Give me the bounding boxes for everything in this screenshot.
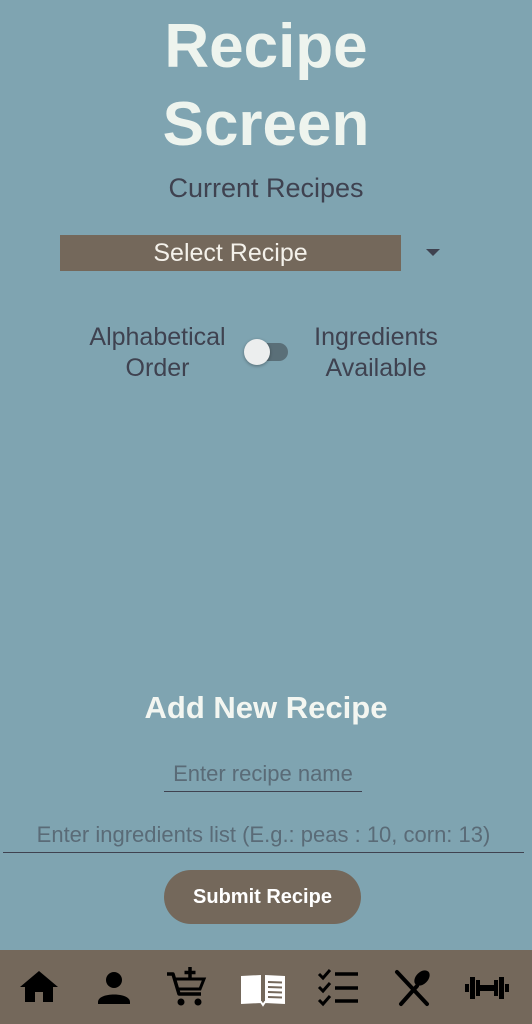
ingredients-label-line-1: Ingredients bbox=[314, 323, 438, 351]
ingredients-list-input[interactable] bbox=[3, 817, 524, 853]
dropdown-arrow-icon[interactable] bbox=[426, 249, 440, 256]
book-icon bbox=[240, 975, 286, 1007]
ingredients-available-label: Ingredients Available bbox=[290, 322, 462, 384]
person-icon bbox=[98, 972, 130, 1004]
sort-mode-toggle[interactable] bbox=[244, 338, 290, 366]
page-title-line-1: Recipe bbox=[164, 12, 368, 81]
recipe-name-input[interactable] bbox=[164, 757, 362, 792]
page-title-line-2: Screen bbox=[162, 90, 370, 159]
nav-profile[interactable] bbox=[90, 964, 138, 1012]
nav-recipes[interactable] bbox=[239, 964, 287, 1012]
bottom-navigation-bar bbox=[0, 950, 532, 1024]
add-new-recipe-heading: Add New Recipe bbox=[144, 690, 388, 725]
recipe-dropdown-value[interactable]: Select Recipe bbox=[60, 235, 401, 271]
submit-recipe-button[interactable]: Submit Recipe bbox=[164, 870, 361, 924]
dumbbell-icon bbox=[465, 977, 509, 999]
nav-home[interactable] bbox=[15, 964, 63, 1012]
utensils-icon bbox=[395, 970, 430, 1006]
current-recipes-heading: Current Recipes bbox=[168, 173, 364, 203]
alphabetical-label-line-2: Order bbox=[125, 354, 190, 382]
alphabetical-order-label: Alphabetical Order bbox=[70, 322, 245, 384]
nav-fitness[interactable] bbox=[463, 964, 511, 1012]
checklist-icon bbox=[317, 969, 358, 1007]
nav-shopping-cart[interactable] bbox=[163, 964, 211, 1012]
toggle-thumb[interactable] bbox=[244, 339, 270, 365]
ingredients-label-line-2: Available bbox=[325, 354, 427, 382]
recipe-dropdown[interactable]: Select Recipe bbox=[60, 235, 444, 271]
recipe-screen: Recipe Screen Current Recipes Select Rec… bbox=[0, 0, 532, 1024]
home-icon bbox=[20, 971, 58, 1002]
nav-checklist[interactable] bbox=[314, 964, 362, 1012]
cart-add-icon bbox=[167, 967, 207, 1006]
nav-meals[interactable] bbox=[389, 964, 437, 1012]
alphabetical-label-line-1: Alphabetical bbox=[89, 323, 226, 351]
